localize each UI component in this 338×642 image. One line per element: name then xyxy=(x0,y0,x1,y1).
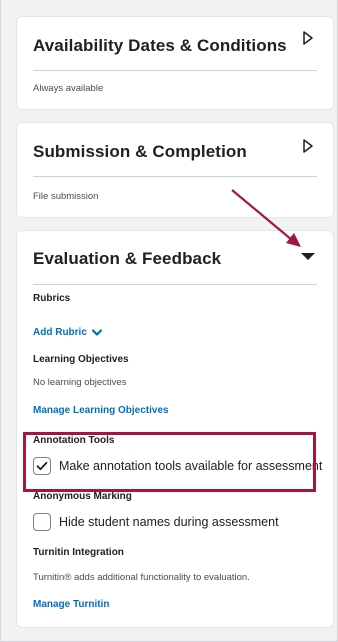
annotation-tools-highlight-box xyxy=(23,432,316,492)
availability-card[interactable]: Availability Dates & Conditions Always a… xyxy=(16,16,334,110)
anonymous-marking-option[interactable]: Hide student names during assessment xyxy=(33,513,279,531)
manage-turnitin-link[interactable]: Manage Turnitin xyxy=(33,599,109,610)
manage-learning-objectives-link[interactable]: Manage Learning Objectives xyxy=(33,405,169,416)
anonymous-marking-checkbox[interactable] xyxy=(33,513,51,531)
submission-summary: File submission xyxy=(33,191,99,202)
submission-separator xyxy=(33,176,317,177)
submission-title: Submission & Completion xyxy=(33,142,247,161)
add-rubric-label: Add Rubric xyxy=(33,327,87,338)
anonymous-marking-label: Anonymous Marking xyxy=(33,491,132,502)
anonymous-marking-checkbox-label: Hide student names during assessment xyxy=(59,515,279,529)
evaluation-separator xyxy=(33,284,317,285)
rubrics-label: Rubrics xyxy=(33,293,71,304)
turnitin-label: Turnitin Integration xyxy=(33,547,124,558)
triangle-right-outline-icon[interactable] xyxy=(301,138,315,154)
evaluation-title[interactable]: Evaluation & Feedback xyxy=(33,249,221,269)
submission-card[interactable]: Submission & Completion File submission xyxy=(16,122,334,218)
availability-title: Availability Dates & Conditions xyxy=(33,36,287,55)
chevron-down-icon xyxy=(91,328,102,336)
add-rubric-button[interactable]: Add Rubric xyxy=(33,327,102,338)
evaluation-card: Evaluation & Feedback Rubrics Add Rubric… xyxy=(16,230,334,628)
turnitin-description: Turnitin® adds additional functionality … xyxy=(33,572,250,583)
availability-separator xyxy=(33,70,317,71)
triangle-down-filled-icon[interactable] xyxy=(301,249,315,265)
availability-summary: Always available xyxy=(33,83,104,94)
learning-objectives-empty: No learning objectives xyxy=(33,377,127,388)
triangle-right-outline-icon[interactable] xyxy=(301,30,315,46)
learning-objectives-label: Learning Objectives xyxy=(33,354,129,365)
